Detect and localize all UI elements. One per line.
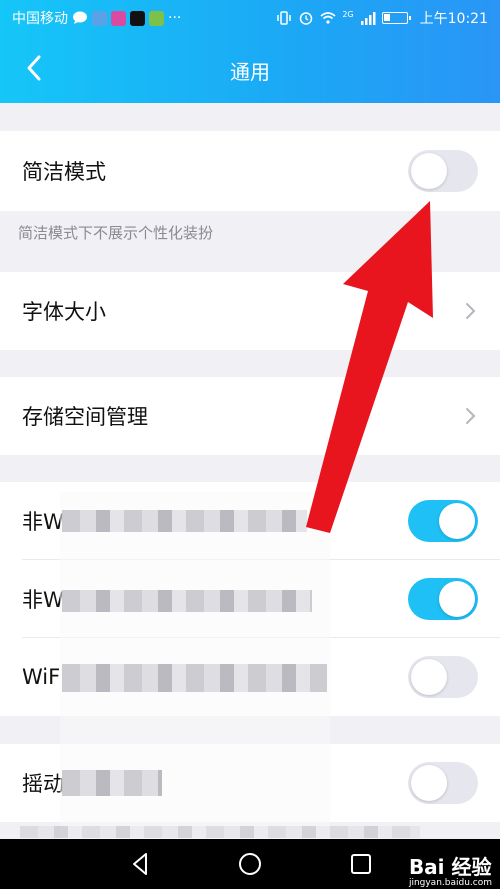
non-wifi-toggle-2[interactable] <box>408 578 478 620</box>
baidu-watermark: Bai 经验 jingyan.baidu.com <box>409 851 492 888</box>
app-notification-icon <box>92 10 107 26</box>
page-title: 通用 <box>230 60 270 84</box>
book-app-icon <box>149 10 164 26</box>
recents-square-icon[interactable] <box>346 849 376 879</box>
watermark-brand: Bai 经验 <box>408 855 492 879</box>
chat-bubble-icon <box>73 11 87 24</box>
battery-icon <box>381 12 411 24</box>
redacted-text <box>62 770 162 796</box>
simple-mode-row: 简洁模式 <box>0 131 500 211</box>
clock: 上午10:21 <box>419 11 488 27</box>
non-wifi-label-1: 非W <box>22 510 64 534</box>
storage-row[interactable]: 存储空间管理 <box>0 377 500 455</box>
nav-bar: 通用 <box>0 34 500 103</box>
shake-toggle[interactable] <box>408 762 478 804</box>
video-app-icon <box>111 10 126 26</box>
system-nav-bar: Bai 经验 jingyan.baidu.com <box>0 839 500 889</box>
back-triangle-icon[interactable] <box>126 849 156 879</box>
more-notifications: ··· <box>168 10 182 26</box>
storage-group: 存储空间管理 <box>0 377 500 455</box>
app-header: 中国移动 ··· 2G 上午10:21 通用 <box>0 0 500 103</box>
non-wifi-label-2: 非W <box>22 588 64 612</box>
wifi-icon <box>320 12 336 24</box>
simple-mode-label: 简洁模式 <box>22 160 106 184</box>
storage-label: 存储空间管理 <box>22 405 148 429</box>
network-badge: 2G <box>342 9 354 19</box>
alarm-icon <box>300 12 313 25</box>
carrier-label: 中国移动 <box>12 11 68 27</box>
font-size-row[interactable]: 字体大小 <box>0 272 500 350</box>
tiktok-icon <box>130 10 145 26</box>
simple-mode-note: 简洁模式下不展示个性化装扮 <box>18 224 214 242</box>
wifi-label: WiF <box>22 665 61 689</box>
simple-mode-toggle[interactable] <box>408 150 478 192</box>
wifi-toggle[interactable] <box>408 656 478 698</box>
font-size-label: 字体大小 <box>22 300 106 324</box>
shake-label: 摇动 <box>22 772 64 796</box>
font-size-group: 字体大小 <box>0 272 500 350</box>
redacted-text <box>62 590 312 612</box>
status-bar: 中国移动 ··· 2G 上午10:21 <box>0 0 500 34</box>
redacted-text <box>62 510 307 532</box>
redacted-text <box>20 826 420 838</box>
redacted-text <box>62 664 327 692</box>
chevron-right-icon <box>466 303 476 319</box>
home-circle-icon[interactable] <box>235 849 265 879</box>
watermark-url: jingyan.baidu.com <box>408 878 492 888</box>
signal-icon <box>360 12 376 25</box>
simple-mode-group: 简洁模式 <box>0 131 500 211</box>
vibrate-icon <box>277 11 292 25</box>
non-wifi-toggle-1[interactable] <box>408 500 478 542</box>
chevron-right-icon <box>466 408 476 424</box>
